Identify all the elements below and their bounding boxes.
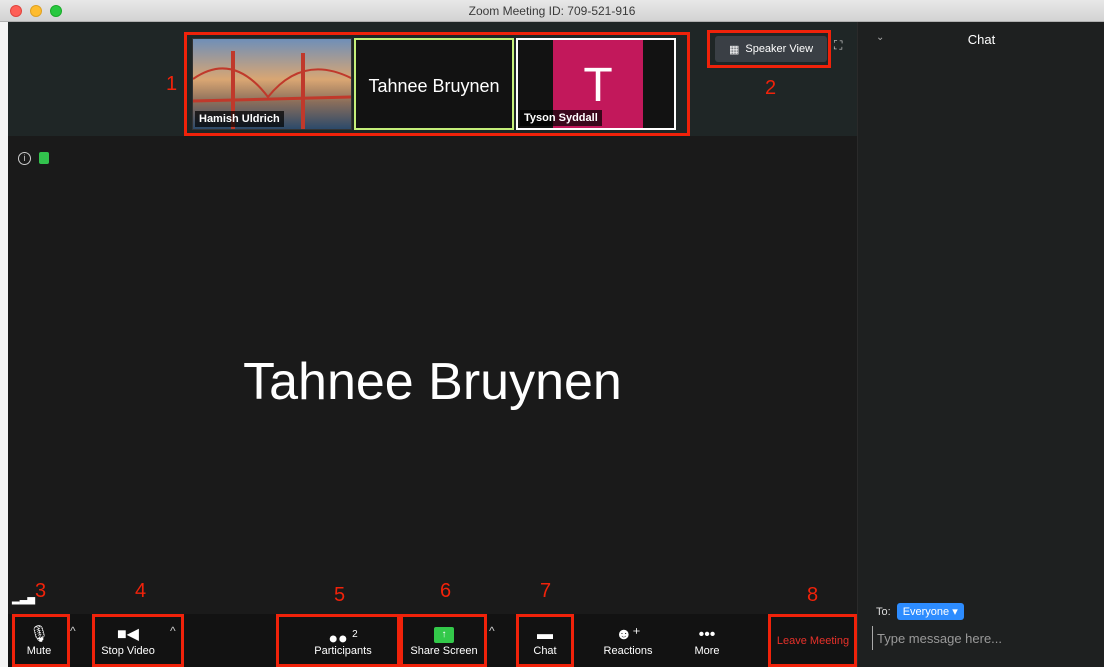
more-button[interactable]: ••• More (682, 614, 732, 667)
annotation-number-5: 5 (334, 584, 346, 606)
thumbnail-tyson[interactable]: T Tyson Syddall (516, 38, 676, 130)
chevron-down-icon: ▾ (952, 606, 958, 618)
meeting-area: Hamish Uldrich Tahnee Bruynen T Tyson Sy… (0, 22, 857, 667)
share-screen-icon: ↑ (434, 626, 454, 643)
leave-meeting-button[interactable]: Leave Meeting (770, 614, 856, 667)
fullscreen-icon[interactable]: ⛶ (834, 38, 848, 52)
reactions-button[interactable]: ☻⁺ Reactions (596, 614, 660, 667)
annotation-number-8: 8 (807, 584, 819, 606)
stop-video-button[interactable]: ■◀ Stop Video (94, 614, 162, 667)
microphone-icon: 🎙 (28, 625, 50, 643)
signal-icon: ▂▃▅ (12, 594, 36, 605)
share-screen-label: Share Screen (410, 644, 478, 657)
chat-title: Chat (967, 32, 996, 47)
thumbnail-name-label: Tahnee Bruynen (368, 76, 500, 96)
annotation-number-2: 2 (765, 77, 777, 99)
mute-label: Mute (26, 644, 52, 657)
thumbnail-strip: Hamish Uldrich Tahnee Bruynen T Tyson Sy… (8, 22, 857, 136)
video-options-caret[interactable]: ^ (170, 624, 176, 638)
chat-message-input[interactable] (872, 626, 1092, 650)
stop-video-label: Stop Video (101, 644, 155, 657)
more-label: More (694, 644, 720, 657)
thumbnail-hamish[interactable]: Hamish Uldrich (192, 38, 352, 130)
share-icon-wrap: ↑ (434, 625, 454, 645)
annotation-number-6: 6 (440, 580, 452, 602)
grid-icon: ▦ (728, 43, 740, 56)
chat-label: Chat (533, 644, 557, 657)
thumbnail-row: Hamish Uldrich Tahnee Bruynen T Tyson Sy… (192, 38, 684, 130)
meeting-toolbar: 🎙 Mute ^ ■◀ Stop Video ^ ●● 2 Participan… (8, 614, 857, 667)
lock-icon[interactable] (39, 152, 49, 164)
participants-button[interactable]: ●● 2 Participants (284, 614, 402, 667)
annotation-number-7: 7 (540, 580, 552, 602)
window-title: Zoom Meeting ID: 709-521-916 (468, 4, 636, 18)
active-speaker-name: Tahnee Bruynen (243, 353, 622, 411)
speaker-view-button[interactable]: ▦ Speaker View (715, 36, 827, 62)
reactions-label: Reactions (603, 644, 653, 657)
participants-count: 2 (352, 628, 358, 640)
thumbnail-name-label: Tyson Syddall (520, 110, 602, 126)
chat-panel: ⌄ Chat To: Everyone ▾ (857, 22, 1104, 667)
thumbnail-name-label: Hamish Uldrich (195, 111, 284, 127)
chat-bubble-icon: ▬ (537, 625, 553, 643)
to-label: To: (876, 605, 891, 618)
annotation-number-4: 4 (135, 580, 147, 602)
chat-header: ⌄ Chat (858, 22, 1104, 54)
share-options-caret[interactable]: ^ (489, 624, 495, 638)
participants-icon: ●● 2 (328, 628, 358, 647)
audio-options-caret[interactable]: ^ (70, 624, 76, 638)
recipient-select[interactable]: Everyone ▾ (896, 603, 964, 620)
chat-recipient-row: To: Everyone ▾ (876, 603, 964, 620)
info-icon[interactable]: i (18, 152, 31, 165)
title-bar: Zoom Meeting ID: 709-521-916 (0, 0, 1104, 22)
speaker-view-label: Speaker View (745, 43, 814, 55)
annotation-number-1: 1 (166, 73, 178, 95)
leave-meeting-label: Leave Meeting (776, 634, 850, 647)
share-screen-button[interactable]: ↑ Share Screen (402, 614, 486, 667)
participants-label: Participants (314, 644, 372, 657)
ellipsis-icon: ••• (698, 625, 716, 643)
thumbnail-tahnee[interactable]: Tahnee Bruynen (354, 38, 514, 130)
chat-button[interactable]: ▬ Chat (518, 614, 572, 667)
mute-button[interactable]: 🎙 Mute (14, 614, 64, 667)
annotation-number-3: 3 (35, 580, 47, 602)
recipient-value: Everyone (902, 606, 950, 618)
meeting-info-icons: i (18, 152, 49, 165)
smiley-plus-icon: ☻⁺ (615, 625, 641, 643)
video-camera-icon: ■◀ (117, 625, 139, 643)
